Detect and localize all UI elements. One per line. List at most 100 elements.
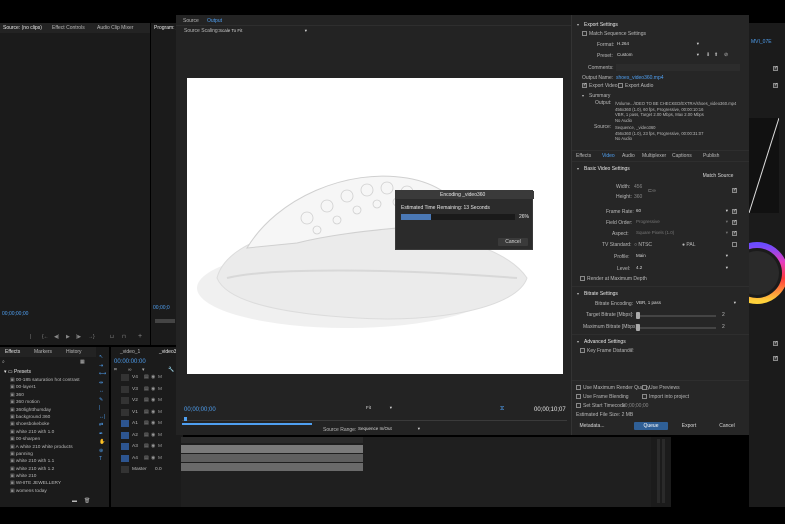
frame-rate-match-checkbox[interactable]	[732, 208, 737, 214]
profile-select[interactable]: Main ▾	[634, 252, 730, 259]
tab-export-output[interactable]: Output	[207, 19, 222, 24]
track-target-icon[interactable]	[121, 443, 129, 450]
lock-icon[interactable]: ▤	[144, 375, 149, 380]
preset-select[interactable]: Custom ▾	[615, 51, 701, 58]
audio-clip[interactable]	[181, 463, 363, 471]
eye-icon[interactable]: ◉	[151, 387, 155, 392]
effects-preset-item[interactable]: ▣ shoesbokeboke	[10, 421, 106, 428]
eye-icon[interactable]: ◉	[151, 456, 155, 461]
use-previews-checkbox[interactable]	[642, 385, 647, 390]
lumetri-checkbox-4[interactable]	[773, 355, 778, 361]
search-icon[interactable]: ⌕	[2, 360, 5, 365]
tab-video[interactable]: Video	[602, 154, 615, 159]
master-volume-value[interactable]: 0.0	[155, 467, 162, 472]
mark-in-icon[interactable]: |	[30, 335, 31, 340]
eye-icon[interactable]: ◉	[151, 444, 155, 449]
basic-video-triangle-icon[interactable]: ▾	[577, 166, 579, 171]
output-name-link[interactable]: shoes_video360.mp4	[616, 76, 664, 81]
step-forward-icon[interactable]: |▶	[76, 335, 81, 340]
color-wheel[interactable]	[749, 233, 785, 313]
bitrate-encoding-select[interactable]: VBR, 1 pass ▾	[634, 299, 738, 306]
target-bitrate-value[interactable]: 2	[722, 313, 725, 318]
field-order-match-checkbox[interactable]	[732, 219, 737, 225]
eye-icon[interactable]: ◉	[151, 375, 155, 380]
mute-icon[interactable]: M	[158, 433, 162, 438]
overwrite-icon[interactable]: ⊓	[122, 335, 126, 340]
ntsc-radio[interactable]: ○ NTSC	[634, 243, 652, 248]
zoom-icon[interactable]: ⊕	[99, 447, 106, 456]
source-timecode[interactable]: 00;00;00;00	[2, 312, 28, 317]
collapse-triangle-icon[interactable]: ▾	[577, 22, 579, 27]
program-timecode[interactable]: 00;00;0	[153, 306, 170, 311]
export-audio-checkbox[interactable]	[618, 83, 623, 88]
pal-radio[interactable]: ● PAL	[682, 243, 696, 248]
source-scaling-select[interactable]: Scale To Fit ▾	[217, 27, 309, 34]
lock-icon[interactable]: ▤	[144, 444, 149, 449]
go-to-out-icon[interactable]: →}	[88, 335, 95, 340]
tab-multiplexer[interactable]: Multiplexer	[642, 154, 666, 159]
cancel-button[interactable]: Cancel	[710, 422, 744, 430]
tab-source[interactable]: Source: (no clips)	[3, 26, 42, 31]
frame-rate-select[interactable]: 60 ▾	[634, 207, 730, 214]
track-target-icon[interactable]	[121, 431, 129, 439]
tab-effects[interactable]: Effects	[5, 350, 20, 355]
import-into-project-checkbox[interactable]	[642, 394, 647, 399]
rate-stretch-icon[interactable]: ↔	[99, 387, 106, 396]
import-preset-icon[interactable]: ⬆	[714, 53, 718, 58]
track-target-icon[interactable]	[121, 454, 129, 462]
effects-preset-item[interactable]: ▣ womens today	[10, 488, 106, 495]
fit-select[interactable]: Fit ▾	[364, 404, 392, 411]
new-bin-icon[interactable]: ▦	[80, 360, 85, 365]
frame-blending-checkbox[interactable]	[576, 394, 581, 399]
video-clip[interactable]	[181, 454, 363, 462]
lock-icon[interactable]: ▤	[144, 398, 149, 403]
slip-icon[interactable]: |↔|	[99, 404, 106, 421]
effects-preset-item[interactable]: ▣ A white 210 white products	[10, 444, 106, 451]
track-header[interactable]: V2 ▤ ◉ M	[111, 396, 183, 406]
format-select[interactable]: H.264 ▾	[615, 40, 701, 47]
max-bitrate-handle[interactable]	[636, 324, 640, 331]
source-range-select[interactable]: Sequence In/Out ▾	[356, 425, 422, 432]
advanced-triangle-icon[interactable]: ▾	[577, 339, 579, 344]
effects-preset-item[interactable]: ▣ WHITE JEWELLERY	[10, 480, 106, 487]
effects-preset-item[interactable]: ▣ white 210	[10, 473, 106, 480]
field-order-select[interactable]: Progressive ▾	[634, 218, 730, 225]
aspect-match-checkbox[interactable]	[732, 230, 737, 236]
program-scrubber[interactable]	[155, 319, 175, 323]
curves-graph[interactable]	[749, 118, 779, 213]
height-value[interactable]: 360	[634, 195, 642, 200]
playhead-icon[interactable]	[184, 417, 187, 421]
lock-icon[interactable]: ▤	[144, 421, 149, 426]
lock-icon[interactable]: ▤	[144, 433, 149, 438]
tab-export-source[interactable]: Source	[183, 19, 199, 24]
eye-icon[interactable]: ◉	[151, 398, 155, 403]
aspect-select[interactable]: Square Pixels (1.0) ▾	[634, 229, 730, 236]
effects-preset-item[interactable]: ▣ 00-185 saturation hot contrast	[10, 377, 106, 384]
export-video-checkbox[interactable]	[582, 82, 587, 88]
target-bitrate-slider[interactable]	[636, 315, 716, 317]
track-header[interactable]: V1 ▤ ◉ M	[111, 408, 183, 418]
level-select[interactable]: 4.2 ▾	[634, 264, 730, 271]
tab-audio[interactable]: Audio	[622, 154, 635, 159]
ripple-edit-icon[interactable]: ⟷	[99, 370, 106, 379]
add-button-icon[interactable]: +	[138, 333, 142, 340]
width-value[interactable]: 456	[634, 185, 642, 190]
delete-preset-icon[interactable]: ⊘	[724, 53, 728, 58]
trash-icon[interactable]: 🗑	[84, 499, 90, 504]
lumetri-checkbox-2[interactable]	[773, 82, 778, 88]
effects-preset-item[interactable]: ▣ 360 motion	[10, 399, 106, 406]
timeline-ruler[interactable]	[181, 437, 363, 443]
max-bitrate-slider[interactable]	[636, 327, 716, 329]
mute-icon[interactable]: M	[158, 444, 162, 449]
export-button[interactable]: Export	[672, 422, 706, 430]
slide-icon[interactable]: ⇄	[99, 421, 106, 430]
keyframe-distance-checkbox[interactable]	[580, 348, 585, 353]
metadata-button[interactable]: Metadata...	[574, 422, 610, 430]
mute-icon[interactable]: M	[158, 398, 162, 403]
hand-icon[interactable]: ✋	[99, 438, 106, 447]
queue-button[interactable]: Queue	[634, 422, 668, 430]
max-render-quality-checkbox[interactable]	[576, 385, 581, 390]
track-target-icon[interactable]	[121, 385, 129, 393]
razor-icon[interactable]: ✎	[99, 396, 106, 405]
crop-icon[interactable]: ⧖	[500, 406, 504, 412]
